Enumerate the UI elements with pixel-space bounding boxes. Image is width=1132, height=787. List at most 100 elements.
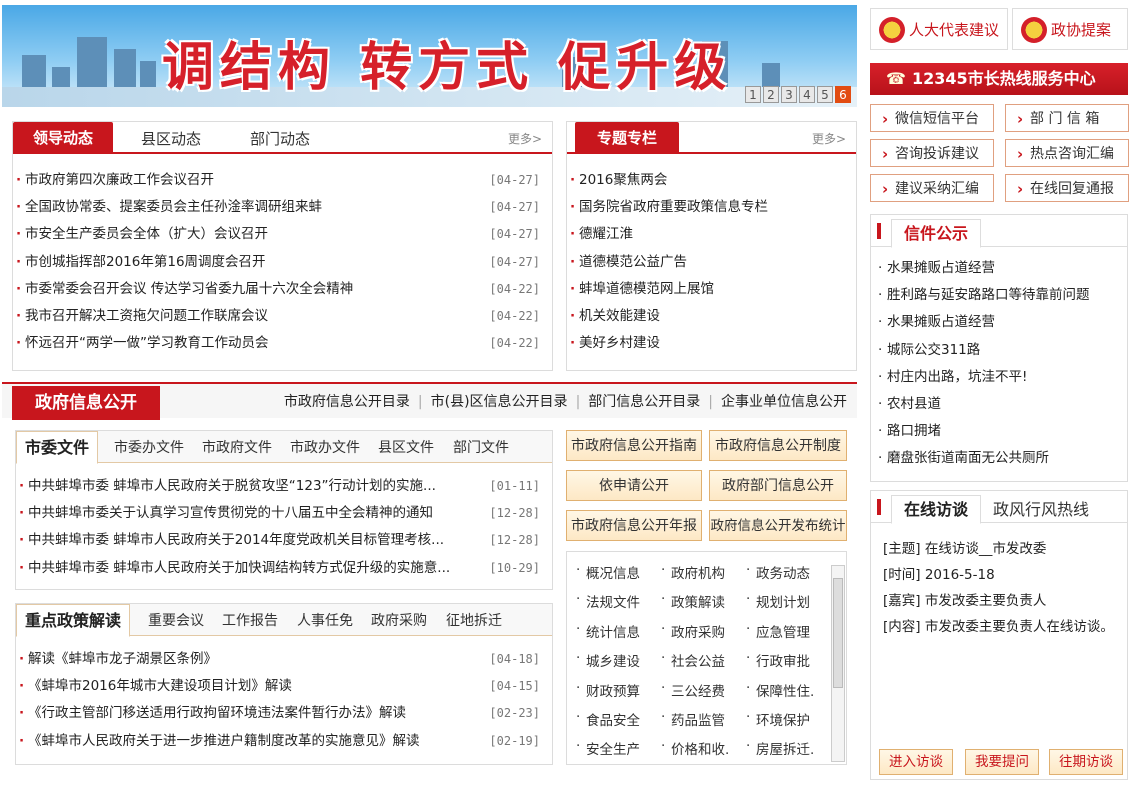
category-item[interactable]: 社会公益 [661,650,725,670]
category-item[interactable]: 价格和收. [661,738,729,758]
item-title[interactable]: 中共蚌埠市委 蚌埠市人民政府关于脱贫攻坚“123”行动计划的实施... [28,478,436,494]
release-statistics-button[interactable]: 政府信息公开发布统计 [709,510,847,541]
category-item[interactable]: 财政预算 [576,680,640,700]
category-item[interactable]: 房屋拆迁. [746,738,814,758]
banner-page-1[interactable]: 1 [745,86,761,103]
category-item[interactable]: 安全生产 [576,738,640,758]
gov-guide-button[interactable]: 市政府信息公开指南 [566,430,702,461]
list-item[interactable]: 2016聚焦两会 [567,167,856,194]
banner-page-4[interactable]: 4 [799,86,815,103]
category-item[interactable]: 概况信息 [576,562,640,582]
special-more-link[interactable]: 更多> [812,122,846,154]
enter-interview-button[interactable]: 进入访谈 [879,749,953,775]
item-title[interactable]: 市委常委会召开会议 传达学习省委九届十六次全会精神 [25,281,353,297]
list-item[interactable]: 农村县道 [877,391,1127,418]
list-item[interactable]: 村庄内出路，坑洼不平! [877,364,1127,391]
tab-land-requisition[interactable]: 征地拆迁 [446,604,502,636]
item-title[interactable]: 市政府第四次廉政工作会议召开 [25,172,214,188]
tab-party-office-docs[interactable]: 市委办文件 [114,431,184,463]
tab-special[interactable]: 专题专栏 [575,122,679,154]
item-title[interactable]: 中共蚌埠市委关于认真学习宣传贯彻党的十八届五中全会精神的通知 [28,505,433,521]
category-item[interactable]: 城乡建设 [576,650,640,670]
leader-more-link[interactable]: 更多> [508,122,542,154]
item-title[interactable]: 《蚌埠市2016年城市大建设项目计划》解读 [28,678,292,694]
list-item[interactable]: 中共蚌埠市委 蚌埠市人民政府关于脱贫攻坚“123”行动计划的实施... [01-1… [16,473,552,500]
list-item[interactable]: 我市召开解决工资拖欠问题工作联席会议 [04-22] [13,303,552,330]
category-item[interactable]: 食品安全 [576,709,640,729]
tab-personnel[interactable]: 人事任免 [297,604,353,636]
list-item[interactable]: 《蚌埠市人民政府关于进一步推进户籍制度改革的实施意见》解读 [02-19] [16,728,552,755]
tab-department[interactable]: 部门动态 [250,122,310,154]
item-title[interactable]: 《蚌埠市人民政府关于进一步推进户籍制度改革的实施意见》解读 [28,733,420,749]
tab-party-docs[interactable]: 市委文件 [16,431,99,464]
npc-suggestion-button[interactable]: 人大代表建议 [870,8,1008,50]
list-item[interactable]: 市创城指挥部2016年第16周调度会召开 [04-27] [13,249,552,276]
tab-online-interview[interactable]: 在线访谈 [891,495,982,524]
ask-question-button[interactable]: 我要提问 [965,749,1039,775]
category-item[interactable]: 规划计划 [746,591,810,611]
list-item[interactable]: 水果摊贩占道经营 [877,309,1127,336]
letters-title[interactable]: 信件公示 [891,219,982,248]
item-title[interactable]: 中共蚌埠市委 蚌埠市人民政府关于2014年度党政机关目标管理考核... [28,532,444,548]
category-item[interactable]: 三公经费 [661,680,725,700]
banner-page-3[interactable]: 3 [781,86,797,103]
tab-gov-docs[interactable]: 市政府文件 [202,431,272,463]
category-item[interactable]: 保障性住. [746,680,814,700]
list-item[interactable]: 解读《蚌埠市龙子湖景区条例》 [04-18] [16,646,552,673]
item-title[interactable]: 怀远召开“两学一做”学习教育工作动员会 [25,335,269,351]
list-item[interactable]: 《行政主管部门移送适用行政拘留环境违法案件暂行办法》解读 [02-23] [16,700,552,727]
category-scrollbar[interactable] [831,565,845,762]
consult-complaint-button[interactable]: 咨询投诉建议 [870,139,994,168]
list-item[interactable]: 中共蚌埠市委关于认真学习宣传贯彻党的十八届五中全会精神的通知 [12-28] [16,500,552,527]
banner-page-5[interactable]: 5 [817,86,833,103]
list-item[interactable]: 市政府第四次廉政工作会议召开 [04-27] [13,167,552,194]
item-title[interactable]: 市创城指挥部2016年第16周调度会召开 [25,254,266,270]
cppcc-proposal-button[interactable]: 政协提案 [1012,8,1128,50]
department-mailbox-button[interactable]: 部 门 信 箱 [1005,104,1129,133]
item-title[interactable]: 全国政协常委、提案委员会主任孙淦率调研组来蚌 [25,199,322,215]
banner-page-2[interactable]: 2 [763,86,779,103]
list-item[interactable]: 国务院省政府重要政策信息专栏 [567,194,856,221]
category-item[interactable]: 环境保护 [746,709,810,729]
gov-link-county[interactable]: 市(县)区信息公开目录 [431,384,568,420]
item-title[interactable]: 中共蚌埠市委 蚌埠市人民政府关于加快调结构转方式促升级的实施意... [28,560,450,576]
category-item[interactable]: 政府机构 [661,562,725,582]
gov-system-button[interactable]: 市政府信息公开制度 [709,430,847,461]
category-item[interactable]: 应急管理 [746,621,810,641]
scrollbar-thumb[interactable] [833,578,843,688]
adopted-suggestions-button[interactable]: 建议采纳汇编 [870,174,994,203]
list-item[interactable]: 水果摊贩占道经营 [877,255,1127,282]
category-item[interactable]: 政务动态 [746,562,810,582]
category-item[interactable]: 药品监管 [661,709,725,729]
wechat-sms-platform-button[interactable]: 微信短信平台 [870,104,994,133]
list-item[interactable]: 怀远召开“两学一做”学习教育工作动员会 [04-22] [13,330,552,357]
tab-department-docs[interactable]: 部门文件 [453,431,509,463]
item-title[interactable]: 解读《蚌埠市龙子湖景区条例》 [28,651,217,667]
list-item[interactable]: 机关效能建设 [567,303,856,330]
tab-policy-interpretation[interactable]: 重点政策解读 [16,604,131,637]
list-item[interactable]: 市安全生产委员会全体（扩大）会议召开 [04-27] [13,221,552,248]
tab-county[interactable]: 县区动态 [141,122,201,154]
gov-link-department[interactable]: 部门信息公开目录 [588,384,700,420]
past-interviews-button[interactable]: 往期访谈 [1049,749,1123,775]
item-title[interactable]: 市安全生产委员会全体（扩大）会议召开 [25,226,268,242]
list-item[interactable]: 《蚌埠市2016年城市大建设项目计划》解读 [04-15] [16,673,552,700]
gov-link-enterprise[interactable]: 企事业单位信息公开 [721,384,847,420]
tab-leader[interactable]: 领导动态 [13,122,113,154]
list-item[interactable]: 中共蚌埠市委 蚌埠市人民政府关于加快调结构转方式促升级的实施意... [10-29… [16,555,552,582]
tab-meetings[interactable]: 重要会议 [148,604,204,636]
item-title[interactable]: 《行政主管部门移送适用行政拘留环境违法案件暂行办法》解读 [28,705,406,721]
list-item[interactable]: 城际公交311路 [877,337,1127,364]
list-item[interactable]: 市委常委会召开会议 传达学习省委九届十六次全会精神 [04-22] [13,276,552,303]
tab-county-docs[interactable]: 县区文件 [378,431,434,463]
apply-disclosure-button[interactable]: 依申请公开 [566,470,702,501]
category-item[interactable]: 行政审批 [746,650,810,670]
category-item[interactable]: 政策解读 [661,591,725,611]
list-item[interactable]: 路口拥堵 [877,418,1127,445]
gov-link-catalog[interactable]: 市政府信息公开目录 [284,384,410,420]
list-item[interactable]: 中共蚌埠市委 蚌埠市人民政府关于2014年度党政机关目标管理考核... [12-2… [16,527,552,554]
annual-report-button[interactable]: 市政府信息公开年报 [566,510,702,541]
item-title[interactable]: 我市召开解决工资拖欠问题工作联席会议 [25,308,268,324]
list-item[interactable]: 全国政协常委、提案委员会主任孙淦率调研组来蚌 [04-27] [13,194,552,221]
list-item[interactable]: 蚌埠道德模范网上展馆 [567,276,856,303]
